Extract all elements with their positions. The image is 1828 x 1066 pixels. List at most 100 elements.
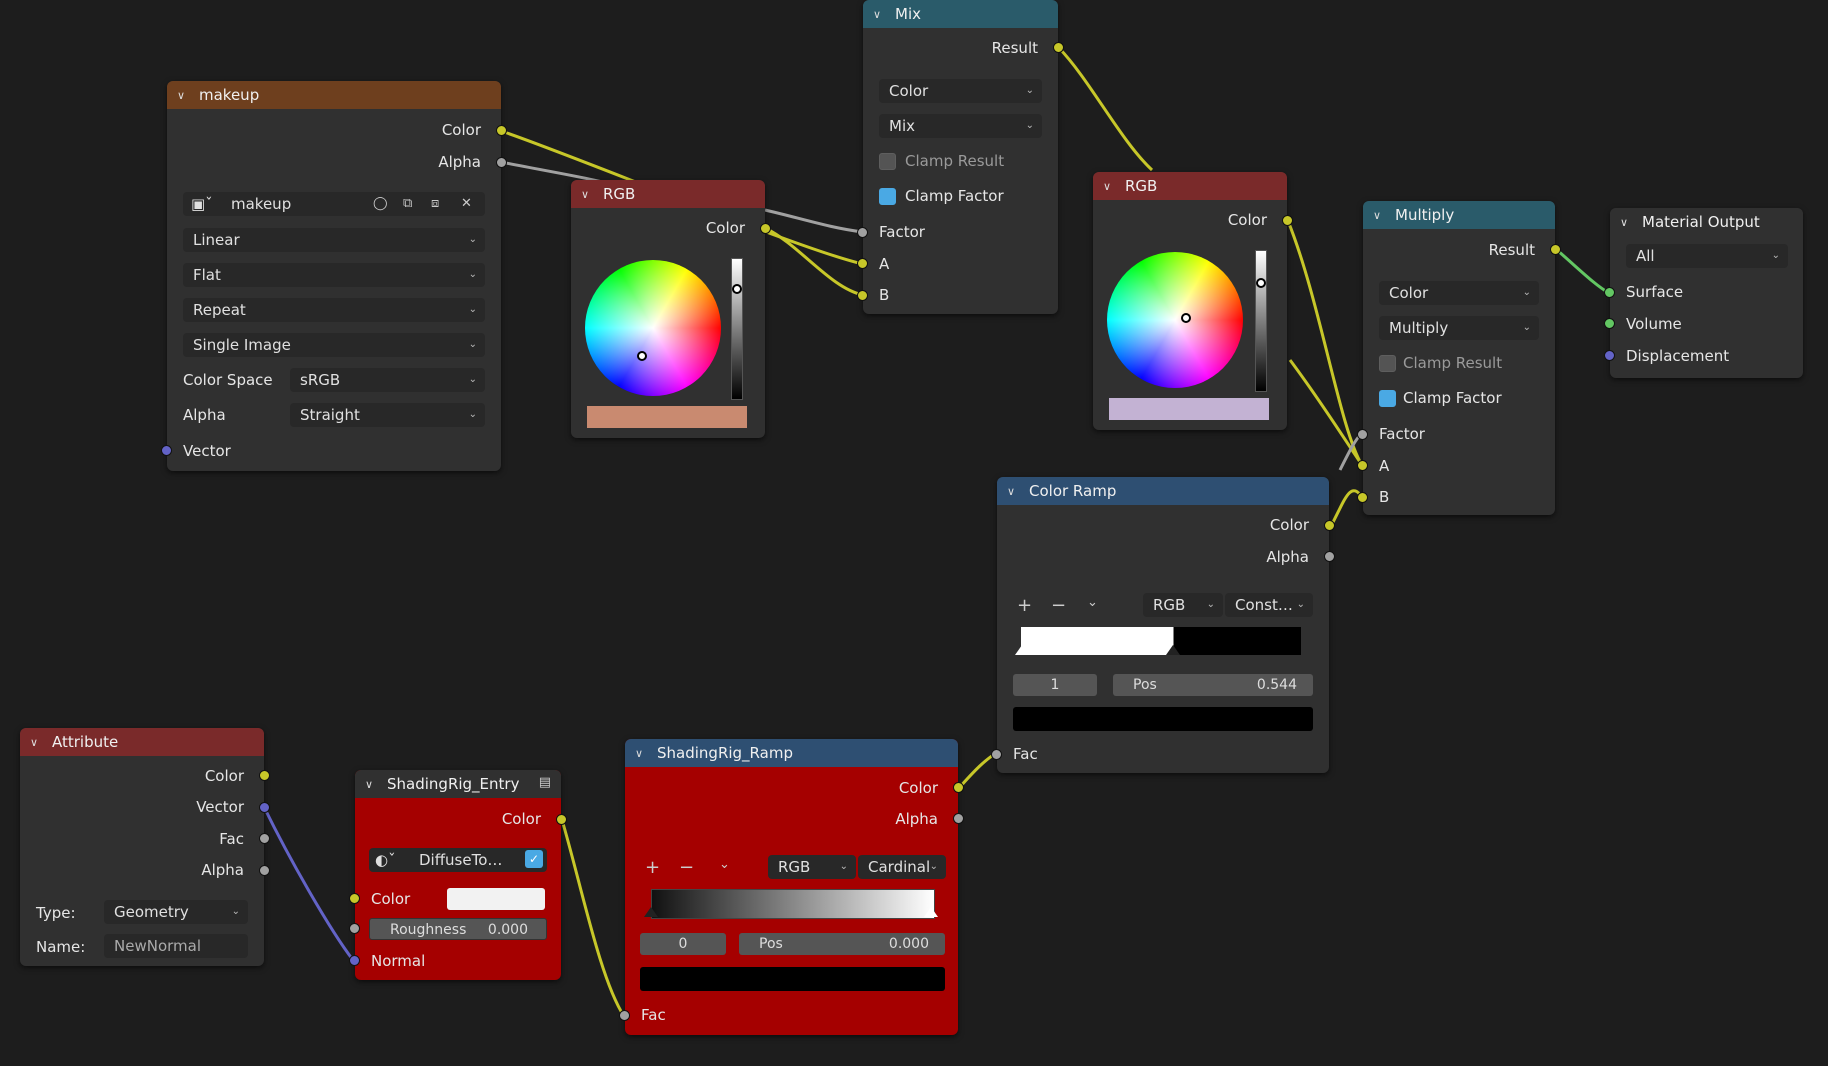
chevron-down-icon[interactable]: ∨ [635,747,649,760]
output-alpha-socket[interactable] [1324,551,1335,562]
minus-icon[interactable]: − [679,857,694,878]
multiply-node[interactable]: ∨ Multiply Result Color ⌄ Multiply ⌄ Clamp … [1357,201,1561,515]
chevron-down-icon[interactable]: ⌄ [1087,595,1098,610]
plus-icon[interactable]: + [1017,595,1032,616]
duplicate-icon[interactable]: ⧉ [403,192,412,216]
gradient-bar[interactable] [1021,627,1301,655]
image-selector[interactable]: ▣ˇ makeup ◯ ⧉ ⧈ ✕ [183,192,485,216]
input-normal-socket[interactable] [349,955,360,966]
input-b-socket[interactable] [857,290,868,301]
plus-icon[interactable]: + [645,857,660,878]
mix-node[interactable]: ∨ Mix Result Color ⌄ Mix ⌄ Clamp Result Cla… [857,0,1064,314]
chevron-down-icon[interactable]: ∨ [1103,180,1117,193]
output-result-socket[interactable] [1550,244,1561,255]
node-header[interactable]: ∨ RGB [1093,172,1287,200]
output-vector-socket[interactable] [259,802,270,813]
node-header[interactable]: ∨ RGB [571,180,765,208]
active-stop-index[interactable]: 0 [640,933,726,955]
clamp-factor-checkbox[interactable] [1379,390,1396,407]
blend-mode-dropdown[interactable]: Mix ⌄ [879,114,1042,138]
clamp-result-checkbox[interactable] [1379,355,1396,372]
interpolation-dropdown[interactable]: Cardinal ⌄ [858,855,946,879]
node-group-selector[interactable]: ◐ˇ DiffuseTo… ✓ [369,848,547,872]
rgb-node[interactable]: ∨ RGB Color [571,180,771,438]
value-slider-cursor[interactable] [732,284,742,294]
color-ramp-node[interactable]: ∨ Color Ramp Color Alpha + − ⌄ RGB ⌄ Const… [991,477,1335,773]
output-alpha-socket[interactable] [259,865,270,876]
clamp-result-checkbox[interactable] [879,153,896,170]
input-a-socket[interactable] [857,258,868,269]
color-swatch[interactable] [587,406,747,428]
value-slider[interactable] [731,258,743,400]
output-color-socket[interactable] [760,223,771,234]
output-color-socket[interactable] [496,125,507,136]
active-color-stop-marker[interactable] [1166,645,1180,655]
minus-icon[interactable]: − [1051,595,1066,616]
chevron-down-icon[interactable]: ∨ [30,736,44,749]
output-color-socket[interactable] [953,782,964,793]
node-header[interactable]: ∨ Attribute [20,728,264,756]
value-slider[interactable] [1255,250,1267,392]
input-displacement-socket[interactable] [1604,350,1615,361]
gradient-bar[interactable] [651,889,935,919]
stop-position-field[interactable]: Pos 0.544 [1113,674,1313,696]
color-wheel-cursor[interactable] [1181,313,1191,323]
node-header[interactable]: ∨ Material Output [1610,208,1803,236]
shading-rig-entry-node[interactable]: ∨ ShadingRig_Entry ▤ Color ◐ˇ DiffuseTo… ✓… [349,770,567,980]
output-fac-socket[interactable] [259,833,270,844]
output-color-socket[interactable] [556,814,567,825]
node-header[interactable]: ∨ Multiply [1363,201,1555,229]
image-icon[interactable]: ▣ˇ [191,192,213,216]
color-wheel[interactable] [1107,252,1243,388]
color-stop-marker[interactable] [1015,645,1029,655]
shield-icon[interactable]: ◯ [373,192,388,216]
name-field[interactable]: NewNormal [104,934,248,958]
input-factor-socket[interactable] [857,227,868,238]
input-vector-socket[interactable] [161,445,172,456]
color-wheel-cursor[interactable] [637,351,647,361]
active-color-stop-marker[interactable] [644,907,658,917]
input-b-socket[interactable] [1357,492,1368,503]
input-surface-socket[interactable] [1604,287,1615,298]
input-fac-socket[interactable] [991,749,1002,760]
node-header[interactable]: ∨ Mix [863,0,1058,28]
input-fac-socket[interactable] [619,1010,630,1021]
material-output-node[interactable]: ∨ Material Output All ⌄ Surface Volume Dis… [1604,208,1803,378]
color-swatch[interactable] [1109,398,1269,420]
data-type-dropdown[interactable]: Color ⌄ [1379,281,1539,305]
chevron-down-icon[interactable]: ∨ [1620,216,1634,229]
stop-color-swatch[interactable] [640,967,945,991]
input-factor-socket[interactable] [1357,429,1368,440]
color-mode-dropdown[interactable]: RGB ⌄ [768,855,856,879]
stop-color-swatch[interactable] [1013,707,1313,731]
output-color-socket[interactable] [1324,520,1335,531]
stop-position-field[interactable]: Pos 0.000 [739,933,945,955]
chevron-down-icon[interactable]: ∨ [581,188,595,201]
interpolation-dropdown[interactable]: Linear ⌄ [183,228,485,252]
image-texture-node[interactable]: ∨ makeup Color Alpha ▣ˇ makeup ◯ ⧉ ⧈ ✕ Li… [161,81,507,471]
rgb-node[interactable]: ∨ RGB Color [1093,172,1293,430]
data-type-dropdown[interactable]: Color ⌄ [879,79,1042,103]
node-header[interactable]: ∨ Color Ramp [997,477,1329,505]
output-color-socket[interactable] [1282,215,1293,226]
copy-icon[interactable]: ⧈ [431,192,439,216]
target-dropdown[interactable]: All ⌄ [1626,244,1788,268]
color-stop-marker[interactable] [924,907,938,917]
input-roughness-socket[interactable] [349,923,360,934]
output-color-socket[interactable] [259,770,270,781]
color-mode-dropdown[interactable]: RGB ⌄ [1143,593,1223,617]
extension-dropdown[interactable]: Repeat ⌄ [183,298,485,322]
node-header[interactable]: ∨ ShadingRig_Ramp [625,739,958,767]
clamp-factor-checkbox[interactable] [879,188,896,205]
image-name[interactable]: makeup [231,192,291,216]
node-header[interactable]: ∨ makeup [167,81,501,109]
input-a-socket[interactable] [1357,460,1368,471]
color-space-dropdown[interactable]: sRGB ⌄ [290,368,485,392]
node-tree-icon[interactable]: ▤ [539,775,551,790]
input-color-socket[interactable] [349,893,360,904]
chevron-down-icon[interactable]: ∨ [873,8,887,21]
alpha-mode-dropdown[interactable]: Straight ⌄ [290,403,485,427]
chevron-down-icon[interactable]: ∨ [1007,485,1021,498]
input-volume-socket[interactable] [1604,318,1615,329]
attribute-node[interactable]: ∨ Attribute Color Vector Fac Alpha Type: … [20,728,270,966]
